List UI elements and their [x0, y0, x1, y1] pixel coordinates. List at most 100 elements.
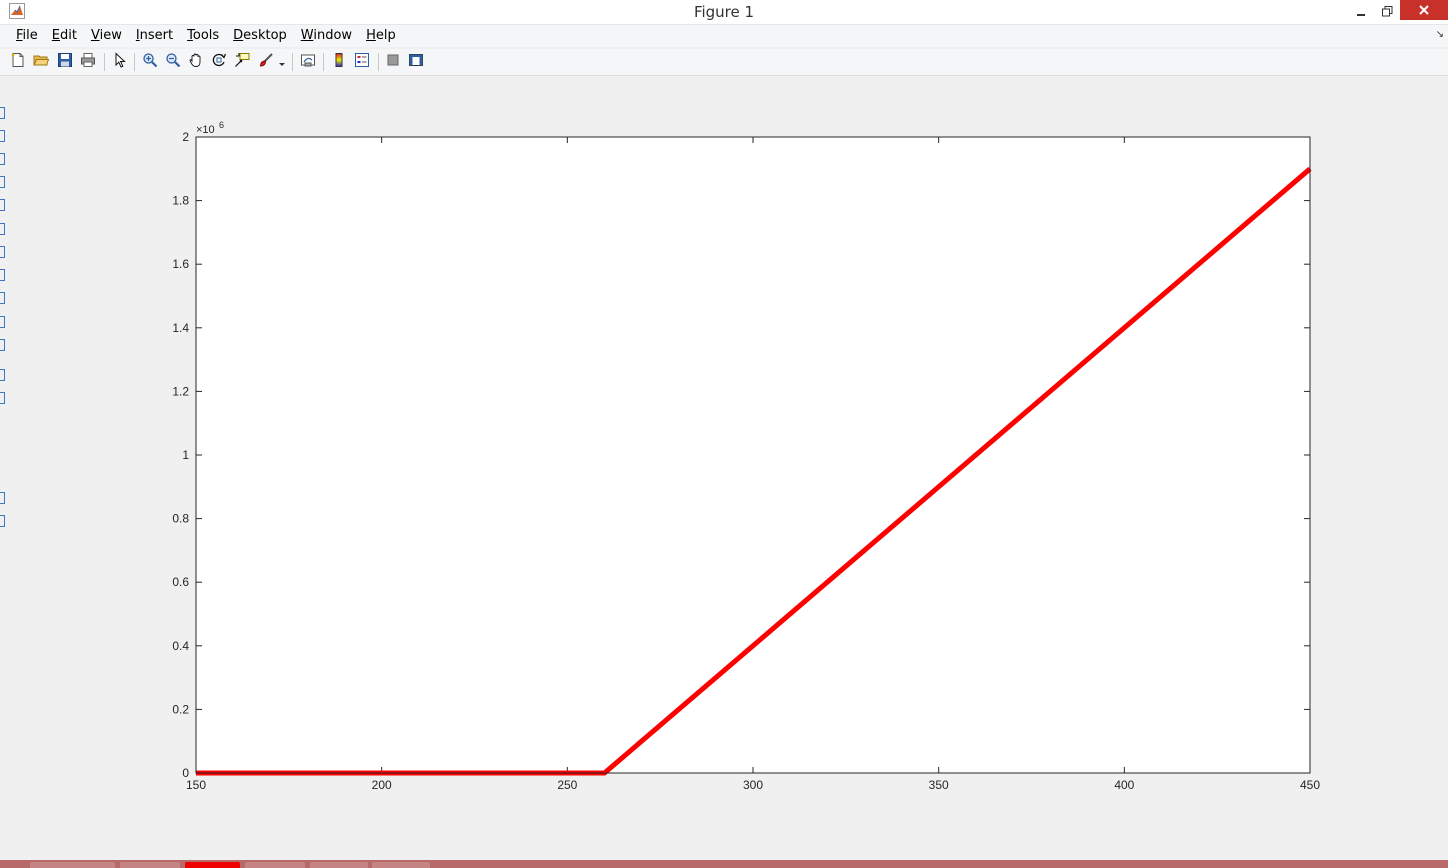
- menu-label: ools: [192, 28, 220, 43]
- plot-svg[interactable]: 150 200 250 300 350 400 450 0 0.2 0.4 0.6 0.8 1 1.2 1.…: [0, 76, 1448, 860]
- edit-plot-button[interactable]: [110, 52, 130, 72]
- zoom-out-icon: [165, 52, 181, 72]
- menu-file[interactable]: File: [9, 26, 45, 46]
- toolbar-separator: [292, 53, 293, 71]
- y-tick-label: 1.2: [172, 384, 189, 398]
- toolbar-separator: [378, 53, 379, 71]
- link-plot-icon: [300, 52, 316, 72]
- taskbar-item[interactable]: [310, 862, 368, 868]
- restore-icon: [1381, 2, 1393, 21]
- menu-accelerator: D: [233, 28, 244, 43]
- menu-label: nsert: [139, 28, 174, 43]
- x-tick-label: 350: [929, 778, 949, 792]
- taskbar-item-active[interactable]: [185, 862, 240, 868]
- zoom-in-icon: [142, 52, 158, 72]
- hand-icon: [188, 52, 204, 72]
- rotate-3d-button[interactable]: [209, 52, 229, 72]
- menu-accelerator: W: [300, 28, 314, 43]
- print-figure-button[interactable]: [78, 52, 98, 72]
- data-cursor-icon: [234, 52, 250, 72]
- menubar-dock-icon[interactable]: ↘: [1436, 29, 1444, 40]
- y-exponent-power: 6: [219, 120, 224, 130]
- taskbar-item[interactable]: [120, 862, 180, 868]
- zoom-in-button[interactable]: [140, 52, 160, 72]
- x-tick-label: 150: [186, 778, 206, 792]
- pointer-arrow-icon: [112, 52, 128, 72]
- matlab-logo-icon: [9, 3, 25, 19]
- y-tick-label: 1.4: [172, 321, 189, 335]
- show-plot-tools-button[interactable]: [406, 52, 426, 72]
- menu-accelerator: V: [90, 28, 100, 43]
- axes-background[interactable]: [196, 137, 1310, 773]
- menu-accelerator: E: [51, 28, 60, 43]
- save-figure-button[interactable]: [55, 52, 75, 72]
- insert-colorbar-button[interactable]: [329, 52, 349, 72]
- taskbar-item[interactable]: [372, 862, 430, 868]
- toolbar-separator: [134, 53, 135, 71]
- colorbar-icon: [331, 52, 347, 72]
- menu-view[interactable]: View: [84, 26, 129, 46]
- show-tools-icon: [408, 52, 424, 72]
- new-figure-button[interactable]: [8, 52, 28, 72]
- menu-label: ile: [22, 28, 38, 43]
- toolbar-separator: [323, 53, 324, 71]
- close-button[interactable]: [1400, 0, 1448, 20]
- x-tick-label: 250: [557, 778, 577, 792]
- brush-button[interactable]: [256, 52, 276, 72]
- window-title: Figure 1: [693, 3, 755, 21]
- figure-canvas: 150 200 250 300 350 400 450 0 0.2 0.4 0.6 0.8 1 1.2 1.…: [0, 76, 1448, 860]
- menu-tools[interactable]: Tools: [180, 26, 226, 46]
- x-tick-label: 450: [1300, 778, 1320, 792]
- menu-label: elp: [375, 28, 396, 43]
- menu-label: dit: [60, 28, 77, 43]
- print-icon: [80, 52, 96, 72]
- y-tick-label: 0: [182, 766, 189, 780]
- y-exponent-label: ×10: [196, 124, 215, 136]
- taskbar-item[interactable]: [245, 862, 305, 868]
- menu-label: esktop: [243, 28, 287, 43]
- save-icon: [57, 52, 73, 72]
- toolbar-separator: [104, 53, 105, 71]
- legend-icon: [354, 52, 370, 72]
- menu-window[interactable]: Window: [294, 26, 359, 46]
- folder-open-icon: [33, 52, 50, 72]
- y-tick-label: 0.6: [172, 575, 189, 589]
- close-icon: [1418, 1, 1430, 20]
- link-plot-button[interactable]: [298, 52, 318, 72]
- hide-tools-icon: [385, 52, 401, 72]
- brush-options-dropdown[interactable]: [275, 52, 289, 72]
- figure-window: Figure 1 File Edit View Insert Tools Desktop W…: [0, 0, 1448, 868]
- menu-bar: File Edit View Insert Tools Desktop Window Help…: [0, 25, 1448, 47]
- menu-accelerator: H: [366, 28, 376, 43]
- menu-insert[interactable]: Insert: [129, 26, 180, 46]
- data-cursor-button[interactable]: [232, 52, 252, 72]
- figure-toolbar: [0, 49, 1448, 76]
- title-bar: Figure 1: [0, 0, 1448, 25]
- y-tick-label: 1.8: [172, 194, 189, 208]
- y-tick-label: 0.4: [172, 639, 189, 653]
- menu-edit[interactable]: Edit: [45, 26, 84, 46]
- brush-icon: [258, 52, 274, 72]
- hide-plot-tools-button[interactable]: [383, 52, 403, 72]
- taskbar-edge: [0, 860, 1448, 868]
- insert-legend-button[interactable]: [352, 52, 372, 72]
- x-tick-label: 200: [372, 778, 392, 792]
- y-tick-label: 2: [182, 130, 189, 144]
- open-file-button[interactable]: [31, 52, 51, 72]
- y-tick-label: 1.6: [172, 257, 189, 271]
- y-tick-label: 0.2: [172, 702, 189, 716]
- x-tick-label: 400: [1114, 778, 1134, 792]
- menu-help[interactable]: Help: [359, 26, 403, 46]
- new-file-icon: [10, 52, 26, 72]
- minimize-icon: [1356, 2, 1366, 21]
- menu-label: indow: [313, 28, 353, 43]
- pan-button[interactable]: [186, 52, 206, 72]
- y-tick-label: 1: [182, 448, 189, 462]
- menu-label: iew: [99, 28, 122, 43]
- zoom-out-button[interactable]: [163, 52, 183, 72]
- rotate-icon: [211, 52, 227, 72]
- restore-button[interactable]: [1372, 0, 1402, 22]
- x-tick-label: 300: [743, 778, 763, 792]
- menu-desktop[interactable]: Desktop: [226, 26, 294, 46]
- taskbar-item[interactable]: [30, 862, 115, 868]
